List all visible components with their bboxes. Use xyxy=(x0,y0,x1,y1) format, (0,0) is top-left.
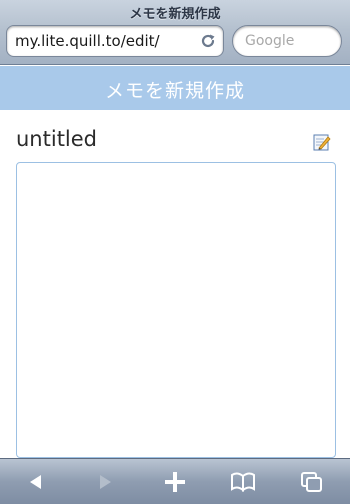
add-button[interactable] xyxy=(158,467,192,497)
forward-icon xyxy=(100,475,111,489)
bookmarks-button[interactable] xyxy=(226,467,260,497)
forward-button[interactable] xyxy=(88,467,122,497)
add-icon xyxy=(165,472,185,492)
search-placeholder: Google xyxy=(245,33,295,49)
browser-chrome: メモを新規作成 my.lite.quill.to/edit/ Google xyxy=(0,0,350,65)
back-button[interactable] xyxy=(19,467,53,497)
address-bar[interactable]: my.lite.quill.to/edit/ xyxy=(6,25,224,57)
bookmarks-icon xyxy=(231,472,255,492)
window-title: メモを新規作成 xyxy=(129,7,221,22)
browser-toolbar xyxy=(0,458,350,504)
url-text[interactable]: my.lite.quill.to/edit/ xyxy=(15,32,160,50)
page-header: メモを新規作成 xyxy=(0,66,350,110)
edit-icon[interactable] xyxy=(313,133,331,151)
memo-title[interactable]: untitled xyxy=(16,127,97,151)
pages-button[interactable] xyxy=(295,467,329,497)
memo-body-textarea[interactable] xyxy=(16,162,336,458)
back-icon xyxy=(30,475,41,489)
page-title: メモを新規作成 xyxy=(104,80,245,102)
reload-icon[interactable] xyxy=(199,32,217,50)
search-field[interactable]: Google xyxy=(232,25,342,57)
pages-icon xyxy=(301,472,322,492)
